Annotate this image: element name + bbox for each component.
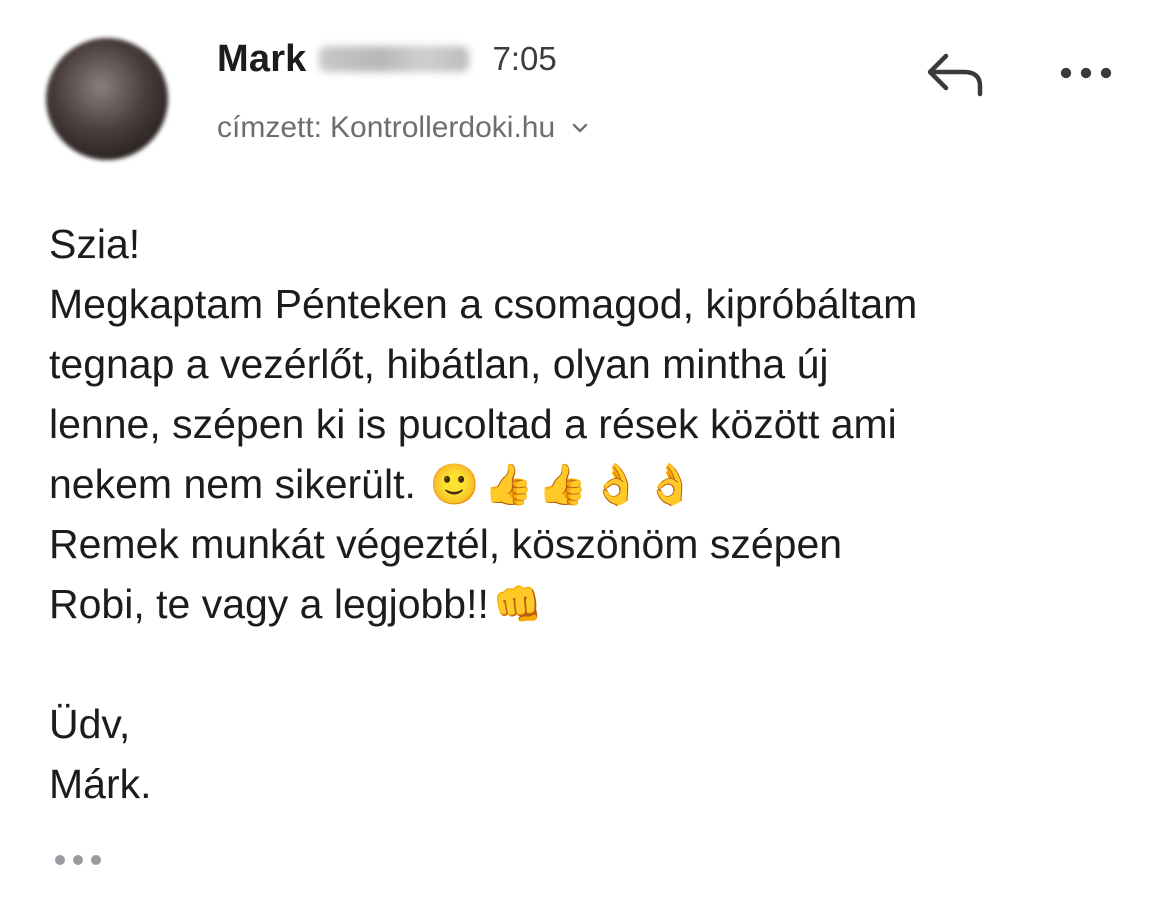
slightly-smiling-face-emoji-icon: 🙂	[429, 462, 480, 508]
message-line: Robi, te vagy a legjobb!! 👊	[49, 574, 1149, 634]
thumbs-up-emoji-icon: 👍	[483, 462, 534, 508]
ok-hand-emoji-icon: 👌	[645, 462, 695, 508]
message-line: lenne, szépen ki is pucoltad a rések köz…	[49, 401, 897, 447]
sender-header: Mark 7:05	[217, 36, 557, 82]
message-line-text: nekem nem sikerült.	[49, 461, 416, 507]
message-signoff: Üdv,	[49, 701, 131, 747]
sender-surname-redacted	[318, 46, 469, 72]
recipient-prefix: címzett:	[217, 111, 323, 144]
message-line-text: Robi, te vagy a legjobb!!	[49, 581, 489, 627]
fist-bump-emoji-icon: 👊	[492, 582, 543, 628]
message-line: Remek munkát végeztél, köszönöm szépen	[49, 521, 843, 567]
recipient-address: Kontrollerdoki.hu	[330, 111, 556, 144]
chevron-down-icon[interactable]	[569, 117, 591, 139]
message-line: Megkaptam Pénteken a csomagod, kipróbált…	[49, 281, 918, 327]
more-horizontal-icon[interactable]	[1058, 60, 1114, 86]
message-greeting: Szia!	[49, 221, 141, 267]
message-time: 7:05	[492, 40, 557, 77]
thumbs-up-emoji-icon: 👍	[537, 462, 588, 508]
message-line: tegnap a vezérlőt, hibátlan, olyan minth…	[49, 341, 829, 387]
recipient-line[interactable]: címzett: Kontrollerdoki.hu	[217, 108, 591, 148]
ellipsis-icon[interactable]	[52, 850, 104, 870]
ok-hand-emoji-icon: 👌	[591, 462, 642, 508]
sender-avatar[interactable]	[46, 38, 168, 160]
message-line: nekem nem sikerült. 🙂 👍 👍 👌 👌	[49, 454, 1149, 514]
message-body: Szia! Megkaptam Pénteken a csomagod, kip…	[49, 214, 1149, 814]
message-signature: Márk.	[49, 761, 152, 807]
sender-name[interactable]: Mark	[217, 38, 307, 81]
reply-arrow-icon[interactable]	[924, 48, 986, 98]
